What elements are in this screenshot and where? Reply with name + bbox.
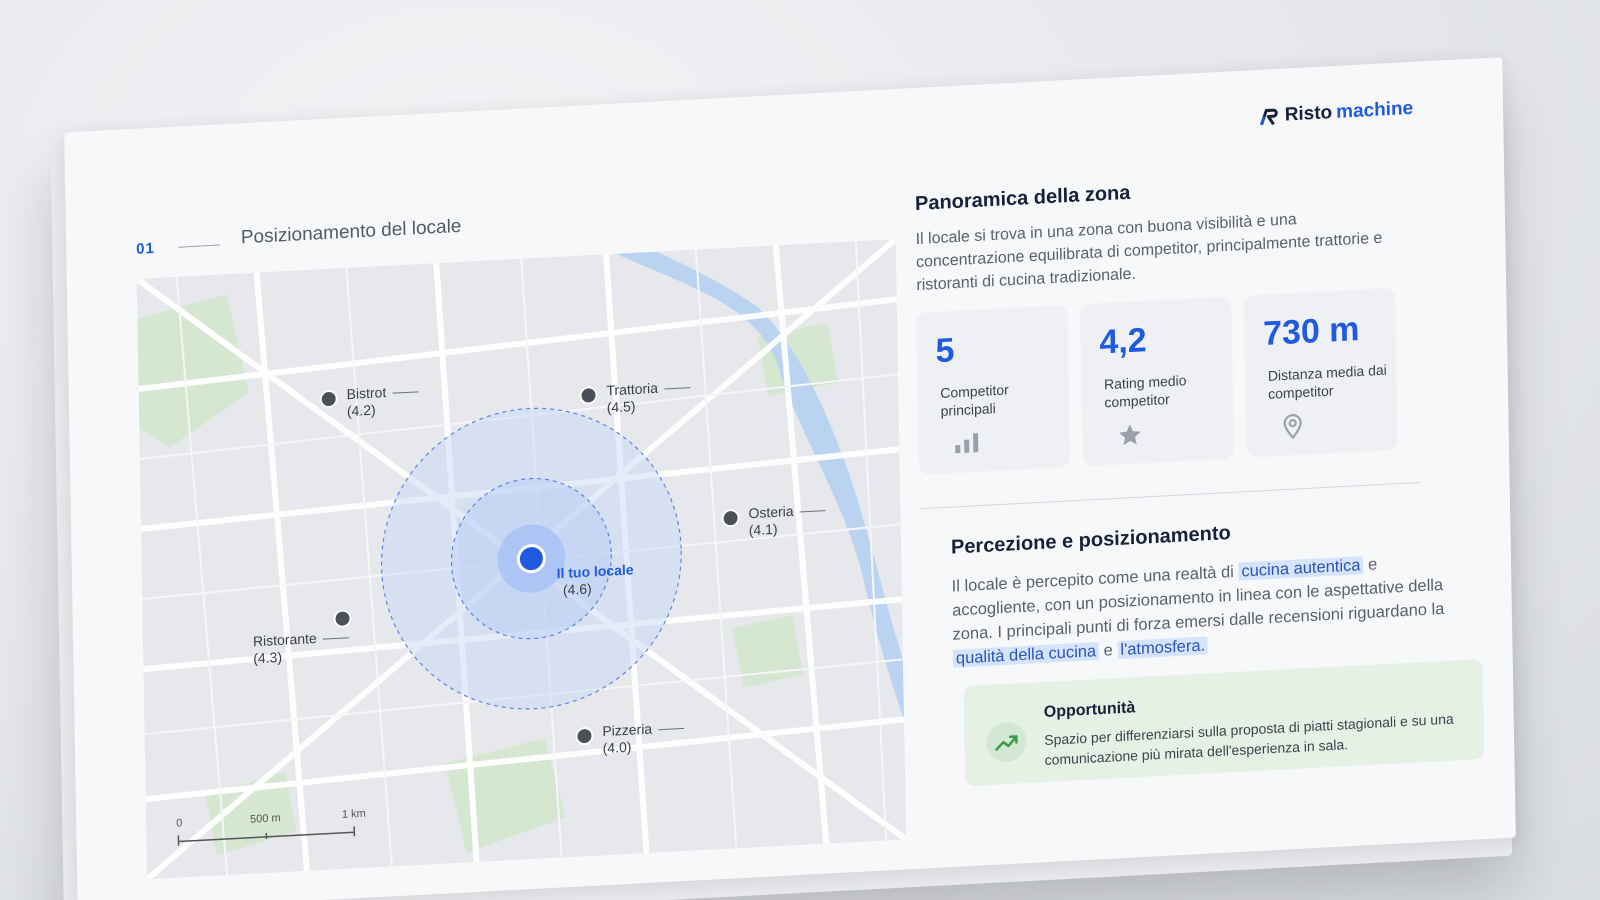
competitor-label-osteria: Osteria (4.1) [748,501,826,539]
location-pin-icon [1283,414,1302,440]
opportunity-box: Opportunità Spazio per differenziarsi su… [963,658,1485,787]
scale-zero: 0 [176,817,183,830]
your-location-pin [516,544,546,574]
competitor-map[interactable]: Bistrot (4.2) Trattoria (4.5) Osteria (4.1)… [136,239,907,880]
competitor-label-ristorante: Ristorante (4.3) [253,628,349,667]
brochure-page: 01 Posizionamento del locale Risto machin… [64,57,1516,900]
map-canvas [136,239,907,880]
competitor-pin-pizzeria [575,727,594,746]
stat-card-rating: 4,2 Rating medio competitor [1080,296,1234,465]
highlight-authentic-cuisine: cucina autentica [1238,556,1364,581]
brochure: 01 Posizionamento del locale Risto machin… [50,57,1516,900]
competitor-pin-ristorante [333,609,352,628]
stat-card-competitors: 5 Competitor principali [916,305,1070,474]
bar-chart-icon [955,433,979,454]
brand-name-suffix: machine [1335,97,1414,123]
stats-cards: 5 Competitor principali 4,2 Rating medio… [916,288,1398,474]
perception-title: Percezione e posizionamento [950,521,1231,559]
trending-up-icon [995,735,1018,751]
stat-card-distance: 730 m Distanza media dai competitor [1244,288,1398,457]
section-rule [178,244,221,248]
section-number: 01 [136,239,155,258]
your-location-label: Il tuo locale (4.6) [556,561,634,599]
competitor-label-bistrot: Bistrot (4.2) [346,382,419,420]
star-icon [1119,424,1141,446]
brand-logo: Risto machine [1259,98,1414,128]
perception-text: Il locale è percepito come una realtà di… [951,555,1445,668]
scale-max: 1 km [341,807,366,821]
competitor-pin-osteria [721,509,740,528]
highlight-atmosphere: l'atmosfera. [1117,636,1209,660]
competitor-pin-bistrot [319,390,338,409]
stat-value: 5 [935,331,955,371]
stat-value: 4,2 [1099,321,1147,362]
overview-text: Il locale si trova in una zona con buona… [915,211,1383,295]
opportunity-icon-badge [986,720,1027,764]
opportunity-title: Opportunità [1043,699,1136,722]
stat-label: Rating medio competitor [1103,372,1187,411]
stat-label: Competitor principali [940,381,1009,420]
scale-mid: 500 m [249,812,281,826]
section-divider [920,482,1420,510]
scene: 01 Posizionamento del locale Risto machin… [0,0,1600,900]
competitor-label-trattoria: Trattoria (4.5) [606,378,690,416]
section-title: Posizionamento del locale [240,215,462,249]
overview-title: Panoramica della zona [914,181,1131,216]
competitor-pin-trattoria [579,386,598,405]
stat-value: 730 m [1262,309,1360,354]
highlight-food-quality: qualità della cucina [952,642,1100,668]
competitor-label-pizzeria: Pizzeria (4.0) [602,719,685,757]
brand-name-prefix: Risto [1284,102,1333,126]
brand-mark-icon [1260,108,1279,126]
stat-label: Distanza media dai competitor [1267,361,1387,402]
